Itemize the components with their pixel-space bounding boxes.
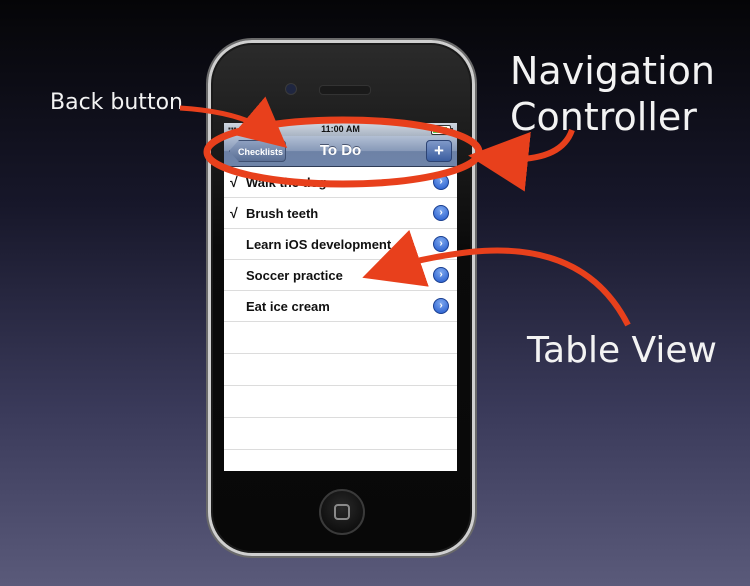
detail-disclosure-button[interactable]: › [433,205,449,221]
home-square-icon [334,504,350,520]
earpiece-speaker [319,85,371,95]
empty-table-row [224,354,457,386]
table-row[interactable]: √ Walk the dog › [224,167,457,198]
table-view-callout-label: Table View [527,330,717,371]
detail-disclosure-button[interactable]: › [433,236,449,252]
phone-screen: ▪▪▪ ◠ 11:00 AM Checklists To Do + √ Walk … [224,123,457,471]
status-time: 11:00 AM [321,124,360,134]
navigation-bar: Checklists To Do + [224,136,457,167]
table-view: √ Walk the dog › √ Brush teeth › Learn iOS dev… [224,167,457,471]
table-row[interactable]: Eat ice cream › [224,291,457,322]
nav-title: To Do [319,142,362,159]
empty-table-row [224,386,457,418]
row-label: Brush teeth [246,206,319,221]
add-item-button[interactable]: + [426,140,452,162]
empty-table-row [224,418,457,450]
navigation-controller-callout-line1: Navigation [510,49,715,93]
navigation-controller-callout-line2: Controller [510,95,697,139]
row-label: Eat ice cream [246,299,330,314]
detail-disclosure-button[interactable]: › [433,174,449,190]
checkmark-icon: √ [230,205,238,221]
empty-table-row [224,322,457,354]
detail-disclosure-button[interactable]: › [433,298,449,314]
row-label: Learn iOS development [246,237,392,252]
navigation-controller-callout-label: Navigation Controller [510,48,715,140]
table-row[interactable]: Soccer practice › [224,260,457,291]
table-row[interactable]: Learn iOS development › [224,229,457,260]
checkmark-icon: √ [230,174,238,190]
front-camera [285,83,297,95]
row-label: Walk the dog [246,175,327,190]
home-button[interactable] [319,489,365,535]
battery-icon [431,125,453,135]
table-row[interactable]: √ Brush teeth › [224,198,457,229]
status-bar: ▪▪▪ ◠ 11:00 AM [224,123,457,136]
empty-table-row [224,450,457,471]
detail-disclosure-button[interactable]: › [433,267,449,283]
back-button-callout-label: Back button [50,90,183,115]
row-label: Soccer practice [246,268,343,283]
